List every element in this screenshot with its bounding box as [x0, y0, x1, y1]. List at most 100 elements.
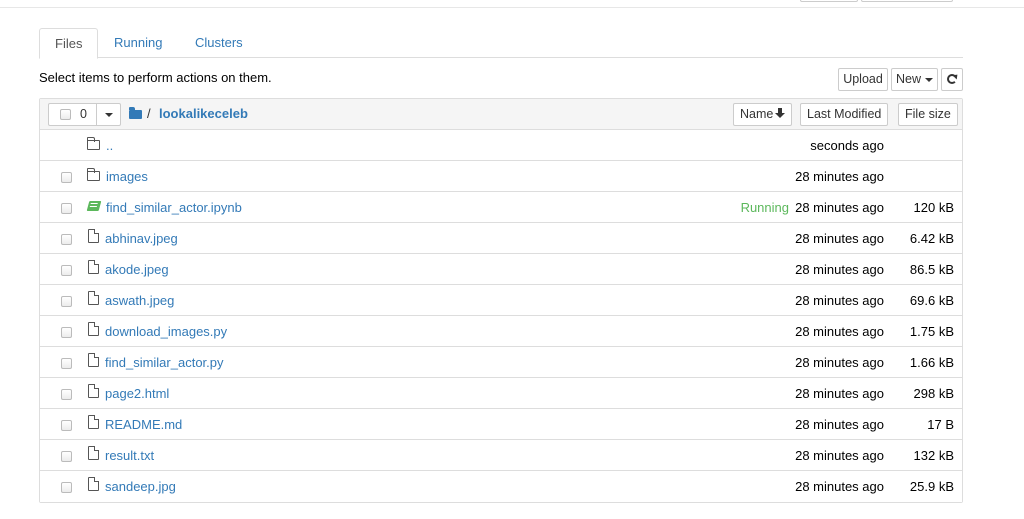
file-rows: .. seconds ago images 28 minutes ago find_si…: [40, 130, 962, 502]
file-icon: [88, 321, 100, 336]
file-icon: [88, 476, 100, 491]
breadcrumb-folder[interactable]: lookalikeceleb: [159, 106, 248, 121]
file-size: 132 kB: [913, 448, 954, 463]
header-button-left[interactable]: [800, 0, 858, 2]
file-list-header: 0 / lookalikeceleb Name Last Modified Fi…: [40, 99, 962, 130]
last-modified: seconds ago: [810, 138, 884, 153]
table-row[interactable]: aswath.jpeg 28 minutes ago 69.6 kB: [40, 285, 962, 316]
running-status: Running: [740, 200, 789, 215]
file-icon: [88, 352, 100, 367]
row-checkbox[interactable]: [61, 482, 72, 493]
row-checkbox[interactable]: [61, 327, 72, 338]
file-size: 6.42 kB: [909, 231, 954, 246]
file-size: 120 kB: [913, 200, 954, 215]
refresh-icon: [947, 73, 957, 84]
table-row[interactable]: akode.jpeg 28 minutes ago 86.5 kB: [40, 254, 962, 285]
file-size: 25.9 kB: [909, 479, 954, 494]
file-icon: [88, 445, 100, 460]
notebook-icon: [86, 201, 102, 211]
file-name-link[interactable]: ..: [106, 138, 113, 153]
file-icon: [88, 228, 100, 243]
file-size: 1.75 kB: [909, 324, 954, 339]
last-modified: 28 minutes ago: [795, 417, 884, 432]
folder-icon[interactable]: [129, 107, 142, 119]
caret-down-icon: [925, 77, 933, 82]
file-name-link[interactable]: abhinav.jpeg: [105, 231, 178, 246]
new-button-label: New: [895, 72, 921, 86]
file-name-link[interactable]: sandeep.jpg: [105, 479, 176, 494]
header-button-right[interactable]: [861, 0, 953, 2]
tab-clusters[interactable]: Clusters: [180, 28, 258, 58]
tab-bar: Files Running Clusters: [39, 28, 963, 59]
select-all-dropdown[interactable]: 0: [48, 103, 121, 126]
last-modified: 28 minutes ago: [795, 324, 884, 339]
table-row[interactable]: find_similar_actor.py 28 minutes ago 1.66 …: [40, 347, 962, 378]
row-checkbox[interactable]: [61, 358, 72, 369]
last-modified: 28 minutes ago: [795, 262, 884, 277]
last-modified: 28 minutes ago: [795, 169, 884, 184]
file-name-link[interactable]: README.md: [105, 417, 182, 432]
dropdown-divider: [96, 104, 97, 125]
file-list: 0 / lookalikeceleb Name Last Modified Fi…: [39, 98, 963, 503]
row-checkbox[interactable]: [61, 389, 72, 400]
last-modified: 28 minutes ago: [795, 231, 884, 246]
file-name-link[interactable]: akode.jpeg: [105, 262, 169, 277]
select-instructions: Select items to perform actions on them.: [39, 70, 272, 85]
table-row[interactable]: images 28 minutes ago: [40, 161, 962, 192]
top-header-bar: [0, 0, 1024, 8]
file-size: 86.5 kB: [909, 262, 954, 277]
file-name-link[interactable]: download_images.py: [105, 324, 227, 339]
table-row[interactable]: page2.html 28 minutes ago 298 kB: [40, 378, 962, 409]
file-icon: [88, 414, 100, 429]
file-name-link[interactable]: aswath.jpeg: [105, 293, 174, 308]
last-modified: 28 minutes ago: [795, 293, 884, 308]
upload-button[interactable]: Upload: [838, 68, 888, 91]
folder-icon: [86, 137, 100, 150]
table-row[interactable]: download_images.py 28 minutes ago 1.75 kB: [40, 316, 962, 347]
file-size: 298 kB: [913, 386, 954, 401]
sort-size-button[interactable]: File size: [898, 103, 958, 126]
table-row[interactable]: .. seconds ago: [40, 130, 962, 161]
row-checkbox[interactable]: [61, 265, 72, 276]
row-checkbox[interactable]: [61, 172, 72, 183]
file-name-link[interactable]: find_similar_actor.ipynb: [106, 200, 242, 215]
new-button[interactable]: New: [891, 68, 938, 91]
last-modified: 28 minutes ago: [795, 448, 884, 463]
table-row[interactable]: find_similar_actor.ipynb Running 28 minute…: [40, 192, 962, 223]
sort-name-label: Name: [740, 107, 774, 121]
tab-running[interactable]: Running: [99, 28, 177, 58]
folder-icon: [86, 168, 100, 181]
table-row[interactable]: result.txt 28 minutes ago 132 kB: [40, 440, 962, 471]
selected-count: 0: [80, 107, 87, 121]
sort-modified-button[interactable]: Last Modified: [800, 103, 889, 126]
last-modified: 28 minutes ago: [795, 386, 884, 401]
table-row[interactable]: sandeep.jpg 28 minutes ago 25.9 kB: [40, 471, 962, 502]
table-row[interactable]: abhinav.jpeg 28 minutes ago 6.42 kB: [40, 223, 962, 254]
sort-name-button[interactable]: Name: [733, 103, 793, 126]
last-modified: 28 minutes ago: [795, 200, 884, 215]
row-checkbox[interactable]: [61, 296, 72, 307]
tab-files[interactable]: Files: [39, 28, 99, 59]
file-name-link[interactable]: page2.html: [105, 386, 169, 401]
caret-down-icon[interactable]: [105, 113, 113, 117]
row-checkbox[interactable]: [61, 234, 72, 245]
last-modified: 28 minutes ago: [795, 479, 884, 494]
file-size: 1.66 kB: [909, 355, 954, 370]
arrow-down-icon: [775, 108, 786, 119]
refresh-button[interactable]: [941, 68, 963, 91]
file-icon: [88, 383, 100, 398]
file-icon: [88, 290, 100, 305]
breadcrumb-separator: /: [147, 106, 151, 121]
file-name-link[interactable]: result.txt: [105, 448, 154, 463]
row-checkbox[interactable]: [61, 420, 72, 431]
table-row[interactable]: README.md 28 minutes ago 17 B: [40, 409, 962, 440]
file-size: 17 B: [927, 417, 954, 432]
row-checkbox[interactable]: [61, 451, 72, 462]
row-checkbox[interactable]: [61, 203, 72, 214]
file-name-link[interactable]: images: [106, 169, 148, 184]
file-name-link[interactable]: find_similar_actor.py: [105, 355, 224, 370]
last-modified: 28 minutes ago: [795, 355, 884, 370]
file-size: 69.6 kB: [909, 293, 954, 308]
select-all-checkbox[interactable]: [60, 109, 71, 120]
file-icon: [88, 259, 100, 274]
